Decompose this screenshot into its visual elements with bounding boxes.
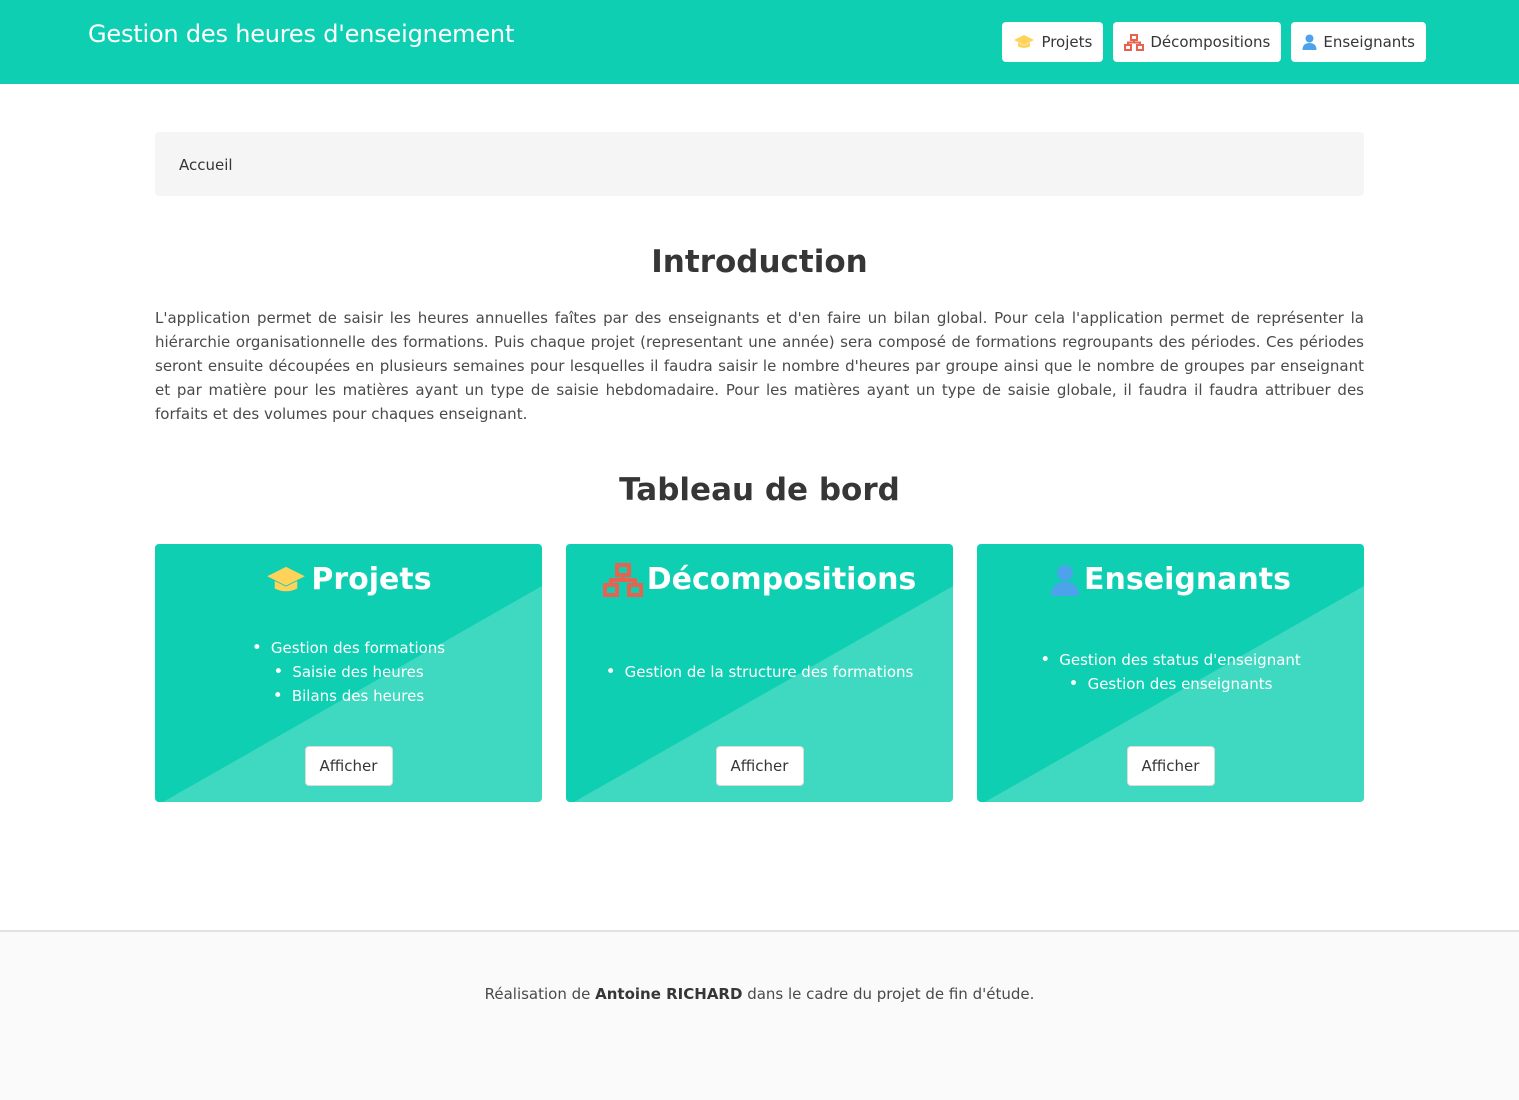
sitemap-icon	[1124, 33, 1145, 51]
card-enseignants-title: Enseignants	[1084, 562, 1291, 597]
footer: Réalisation de Antoine RICHARD dans le c…	[0, 930, 1519, 1100]
nav-decompositions-button[interactable]: Décompositions	[1113, 22, 1282, 62]
footer-suffix: dans le cadre du projet de fin d'étude.	[742, 985, 1035, 1003]
user-icon	[1302, 34, 1317, 50]
intro-text: L'application permet de saisir les heure…	[155, 309, 1364, 423]
nav-decompositions-label: Décompositions	[1150, 33, 1271, 51]
card-projets-list: Gestion des formations Saisie des heures…	[155, 636, 542, 708]
app-brand[interactable]: Gestion des heures d'enseignement	[88, 20, 514, 48]
footer-prefix: Réalisation de	[484, 985, 596, 1003]
graduation-cap-icon	[1013, 34, 1035, 50]
user-icon	[1050, 564, 1080, 596]
card-decompositions-title: Décompositions	[646, 562, 917, 597]
list-item: Saisie des heures	[155, 660, 542, 684]
breadcrumb: Accueil	[155, 132, 1364, 196]
card-enseignants: Enseignants Gestion des status d'enseign…	[977, 544, 1364, 802]
projets-afficher-button[interactable]: Afficher	[304, 746, 393, 786]
enseignants-afficher-button[interactable]: Afficher	[1126, 746, 1215, 786]
list-item: Gestion des enseignants	[977, 672, 1364, 696]
card-enseignants-header: Enseignants	[977, 562, 1364, 597]
card-decompositions: Décompositions Gestion de la structure d…	[566, 544, 953, 802]
breadcrumb-home[interactable]: Accueil	[179, 156, 233, 174]
nav-enseignants-button[interactable]: Enseignants	[1291, 22, 1426, 62]
list-item: Gestion des status d'enseignant	[977, 648, 1364, 672]
card-decompositions-list: Gestion de la structure des formations	[566, 660, 953, 684]
card-enseignants-list: Gestion des status d'enseignant Gestion …	[977, 648, 1364, 696]
nav-enseignants-label: Enseignants	[1323, 33, 1415, 51]
graduation-cap-icon	[265, 565, 307, 595]
card-projets-title: Projets	[311, 562, 432, 597]
card-decompositions-header: Décompositions	[566, 562, 953, 597]
list-item: Gestion des formations	[155, 636, 542, 660]
nav-buttons: Projets Décompositions Enseignants	[1002, 22, 1426, 62]
navbar: Gestion des heures d'enseignement Projet…	[0, 0, 1519, 84]
card-projets-header: Projets	[155, 562, 542, 597]
sitemap-icon	[602, 562, 643, 597]
footer-credit: Réalisation de Antoine RICHARD dans le c…	[0, 985, 1519, 1003]
list-item: Bilans des heures	[155, 684, 542, 708]
list-item: Gestion de la structure des formations	[566, 660, 953, 684]
nav-projets-button[interactable]: Projets	[1002, 22, 1104, 62]
footer-author: Antoine RICHARD	[595, 985, 743, 1003]
card-projets: Projets Gestion des formations Saisie de…	[155, 544, 542, 802]
decompositions-afficher-button[interactable]: Afficher	[715, 746, 804, 786]
intro-title: Introduction	[651, 244, 868, 280]
dashboard-title: Tableau de bord	[619, 472, 900, 508]
nav-projets-label: Projets	[1041, 33, 1093, 51]
